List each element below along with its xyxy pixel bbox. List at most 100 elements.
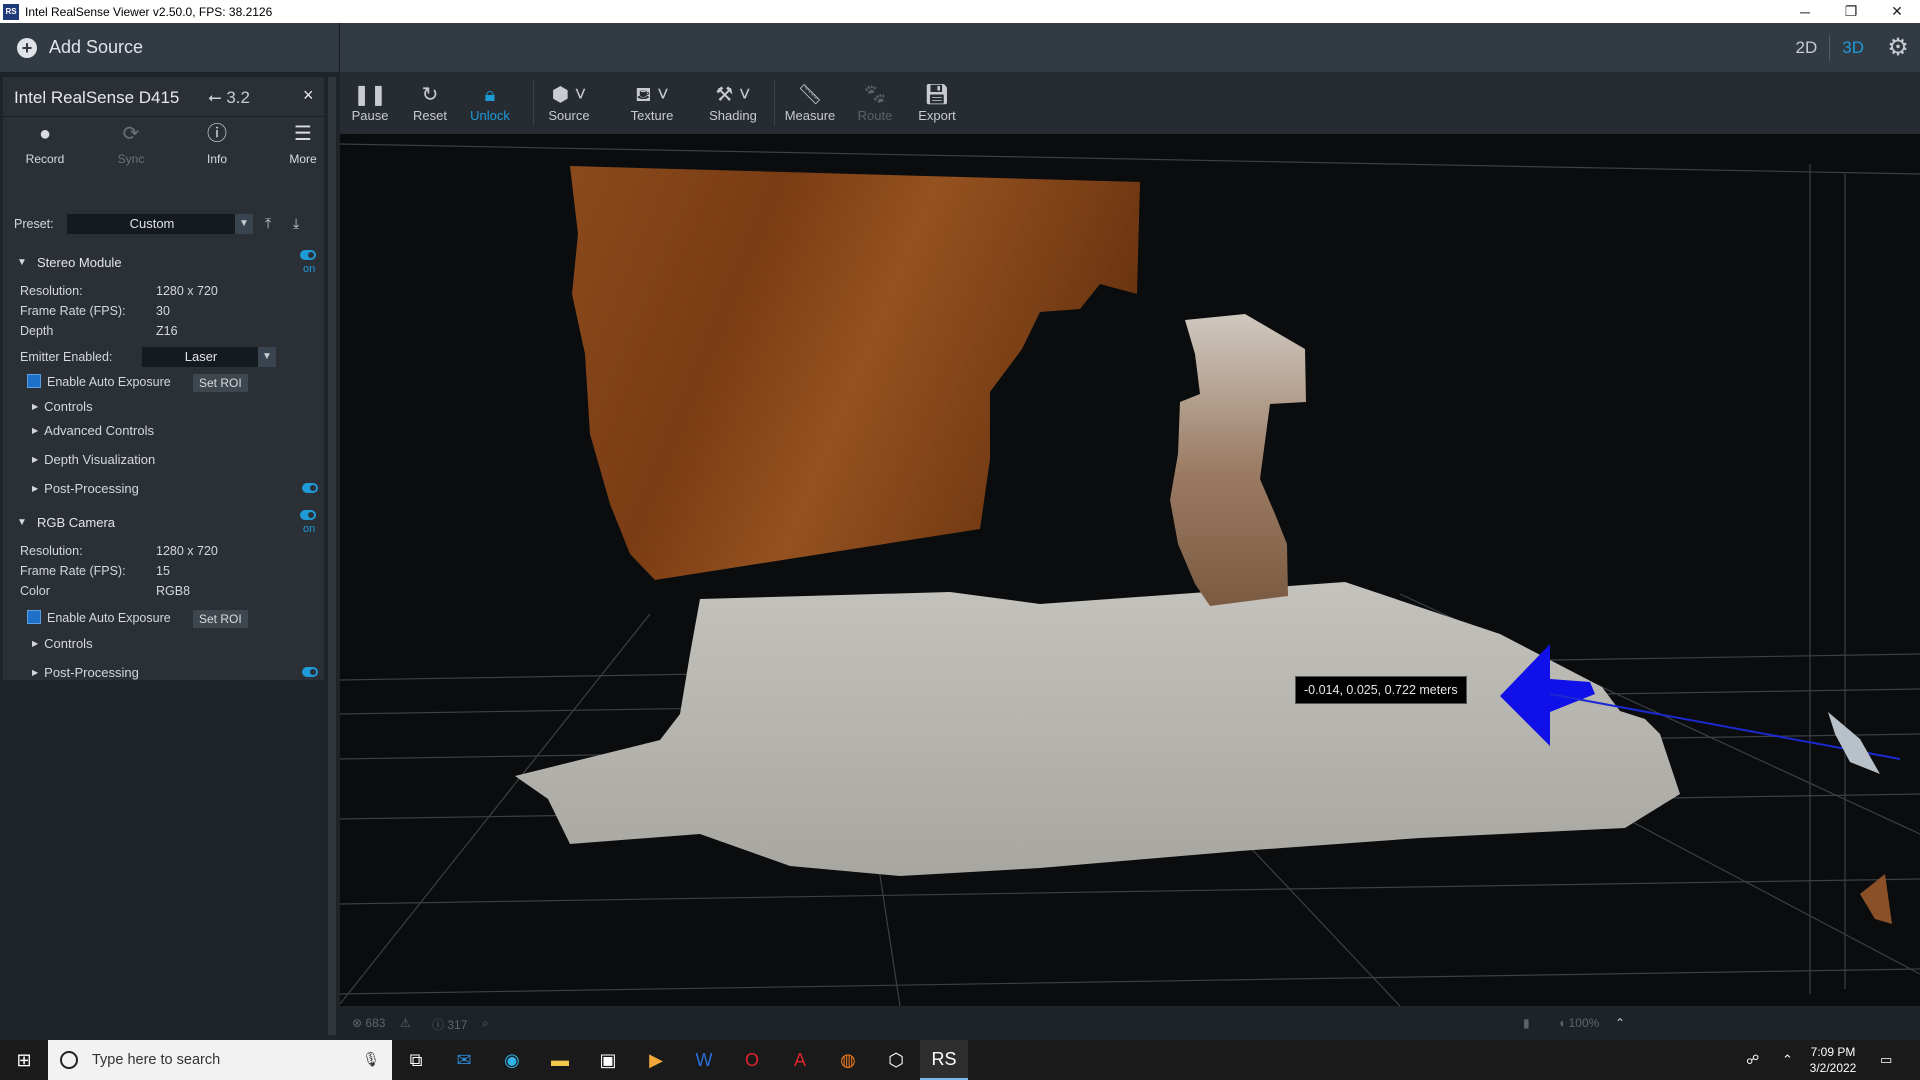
- info-count-value: 317: [447, 1018, 468, 1032]
- stereo-post-processing-toggle[interactable]: [302, 483, 318, 493]
- advanced-controls-item[interactable]: ▶ Advanced Controls: [32, 423, 154, 438]
- opera-icon[interactable]: O: [728, 1040, 776, 1080]
- minimize-button[interactable]: ─: [1782, 0, 1828, 23]
- reset-button[interactable]: ↻ Reset: [400, 72, 460, 134]
- rgb-set-roi-button[interactable]: Set ROI: [193, 610, 248, 628]
- search-icon[interactable]: ⌕: [482, 1016, 489, 1031]
- tray-chevron-icon[interactable]: ⌃: [1782, 1052, 1793, 1068]
- info-label: Info: [206, 152, 227, 166]
- usb-icon: ⭠: [208, 88, 227, 107]
- more-label: More: [289, 152, 317, 166]
- close-window-button[interactable]: ✕: [1874, 0, 1920, 23]
- collapse-up-icon[interactable]: ⌃: [1615, 1016, 1625, 1030]
- fps-label: Frame Rate (FPS):: [20, 564, 126, 578]
- format-value[interactable]: RGB8: [156, 584, 190, 598]
- file-explorer-icon[interactable]: ▬: [536, 1040, 584, 1080]
- collapse-triangle-icon[interactable]: ▼: [17, 517, 27, 528]
- stereo-post-processing-item[interactable]: ▶ Post-Processing: [32, 481, 139, 496]
- fps-value[interactable]: 30: [156, 304, 170, 318]
- preset-dropdown-arrow-icon[interactable]: ▼: [235, 214, 253, 234]
- sidebar-scrollbar[interactable]: [328, 77, 336, 1035]
- resolution-value[interactable]: 1280 x 720: [156, 544, 218, 558]
- windows-start-icon[interactable]: ⊞: [0, 1040, 48, 1080]
- controls-label: Controls: [44, 636, 93, 651]
- settings-gear-icon[interactable]: ⚙: [1876, 23, 1920, 72]
- remove-device-button[interactable]: ×: [303, 85, 314, 106]
- stereo-module-title[interactable]: Stereo Module: [37, 255, 122, 270]
- word-icon[interactable]: W: [680, 1040, 728, 1080]
- media-player-icon[interactable]: ▶: [632, 1040, 680, 1080]
- error-count[interactable]: ⊗ 683: [352, 1016, 385, 1030]
- edge-icon[interactable]: ◉: [488, 1040, 536, 1080]
- app-icon: RS: [3, 3, 19, 20]
- 3d-viewport[interactable]: -0.014, 0.025, 0.722 meters: [340, 134, 1920, 1006]
- measure-button[interactable]: 📏︎ Measure: [776, 72, 844, 134]
- people-icon[interactable]: ☍: [1746, 1052, 1759, 1068]
- task-view-icon[interactable]: ⧉: [392, 1040, 440, 1080]
- warning-icon[interactable]: ⚠: [400, 1016, 411, 1030]
- format-value[interactable]: Z16: [156, 324, 178, 338]
- emitter-dropdown-arrow-icon[interactable]: ▼: [258, 347, 276, 367]
- stereo-set-roi-button[interactable]: Set ROI: [193, 374, 248, 392]
- info-button[interactable]: ⓘ Info: [182, 119, 252, 179]
- fps-value[interactable]: 15: [156, 564, 170, 578]
- save-icon: 💾︎: [924, 84, 950, 106]
- stereo-auto-exposure-checkbox[interactable]: [27, 374, 41, 388]
- restore-button[interactable]: ❐: [1828, 0, 1874, 23]
- realsense-viewer-taskbar-icon[interactable]: RS: [920, 1040, 968, 1080]
- info-count-icon: ⓘ: [432, 1018, 448, 1032]
- acrobat-icon[interactable]: A: [776, 1040, 824, 1080]
- info-count[interactable]: ⓘ 317: [432, 1016, 467, 1033]
- upload-icon[interactable]: ⤒: [265, 215, 271, 232]
- depth-visualization-item[interactable]: ▶ Depth Visualization: [32, 452, 155, 467]
- firefox-icon[interactable]: ◍: [824, 1040, 872, 1080]
- shading-button[interactable]: ⚒ ˅ Shading: [692, 72, 774, 134]
- pause-button[interactable]: ❚❚ Pause: [340, 72, 400, 134]
- mail-icon[interactable]: ✉: [440, 1040, 488, 1080]
- expand-arrow-icon: ▶: [32, 402, 39, 411]
- add-source-label: Add Source: [49, 37, 144, 57]
- floor-cloth: [515, 582, 1680, 876]
- expand-arrow-icon: ▶: [32, 426, 39, 435]
- rgb-post-processing-item[interactable]: ▶ Post-Processing: [32, 665, 139, 680]
- sync-button[interactable]: ⟳ Sync: [96, 119, 166, 179]
- windows-taskbar: ⊞ Type here to search 🎙︎ ⧉ ✉ ◉ ▬ ▣ ▶ W O…: [0, 1040, 1920, 1080]
- preset-select[interactable]: Custom: [67, 214, 237, 234]
- view-3d-button[interactable]: 3D: [1830, 38, 1876, 58]
- collapse-triangle-icon[interactable]: ▼: [17, 257, 27, 268]
- record-button[interactable]: ● Record: [10, 119, 80, 179]
- taskbar-search[interactable]: Type here to search 🎙︎: [48, 1040, 392, 1080]
- advanced-controls-label: Advanced Controls: [44, 423, 154, 438]
- 3d-viewer-icon[interactable]: ⬡: [872, 1040, 920, 1080]
- stereo-module-toggle[interactable]: [300, 250, 316, 260]
- trash-icon[interactable]: ▮: [1523, 1016, 1530, 1030]
- export-button[interactable]: 💾︎ Export: [906, 72, 968, 134]
- sync-icon: ⟳: [122, 123, 140, 145]
- resolution-value[interactable]: 1280 x 720: [156, 284, 218, 298]
- route-button[interactable]: 🐾︎ Route: [844, 72, 906, 134]
- unlock-button[interactable]: 🔒︎ Unlock: [460, 72, 520, 134]
- stereo-controls-item[interactable]: ▶ Controls: [32, 399, 93, 414]
- top-bar: + Add Source 2D 3D ⚙: [0, 23, 1920, 72]
- view-2d-button[interactable]: 2D: [1784, 38, 1830, 58]
- wood-panel: [570, 166, 1140, 580]
- rgb-controls-item[interactable]: ▶ Controls: [32, 636, 93, 651]
- stray-cloud-right: [1828, 712, 1880, 774]
- taskbar-clock[interactable]: 7:09 PM 3/2/2022: [1798, 1044, 1868, 1076]
- add-source-button[interactable]: + Add Source: [0, 23, 340, 72]
- resolution-label: Resolution:: [20, 544, 83, 558]
- expand-arrow-icon: ▶: [32, 639, 39, 648]
- rgb-camera-toggle[interactable]: [300, 510, 316, 520]
- rgb-camera-title[interactable]: RGB Camera: [37, 515, 115, 530]
- source-button[interactable]: ⬢ ˅ Source: [534, 72, 604, 134]
- notification-icon[interactable]: ▭: [1880, 1052, 1892, 1068]
- download-icon[interactable]: ⤓: [293, 215, 299, 232]
- store-icon[interactable]: ▣: [584, 1040, 632, 1080]
- rgb-post-processing-toggle[interactable]: [302, 667, 318, 677]
- expand-arrow-icon: ▶: [32, 455, 39, 464]
- microphone-icon[interactable]: 🎙︎: [362, 1051, 380, 1068]
- rgb-auto-exposure-checkbox[interactable]: [27, 610, 41, 624]
- emitter-select[interactable]: Laser: [142, 347, 260, 367]
- depth-visualization-label: Depth Visualization: [44, 452, 156, 467]
- texture-button[interactable]: ⛾ ˅ Texture: [612, 72, 692, 134]
